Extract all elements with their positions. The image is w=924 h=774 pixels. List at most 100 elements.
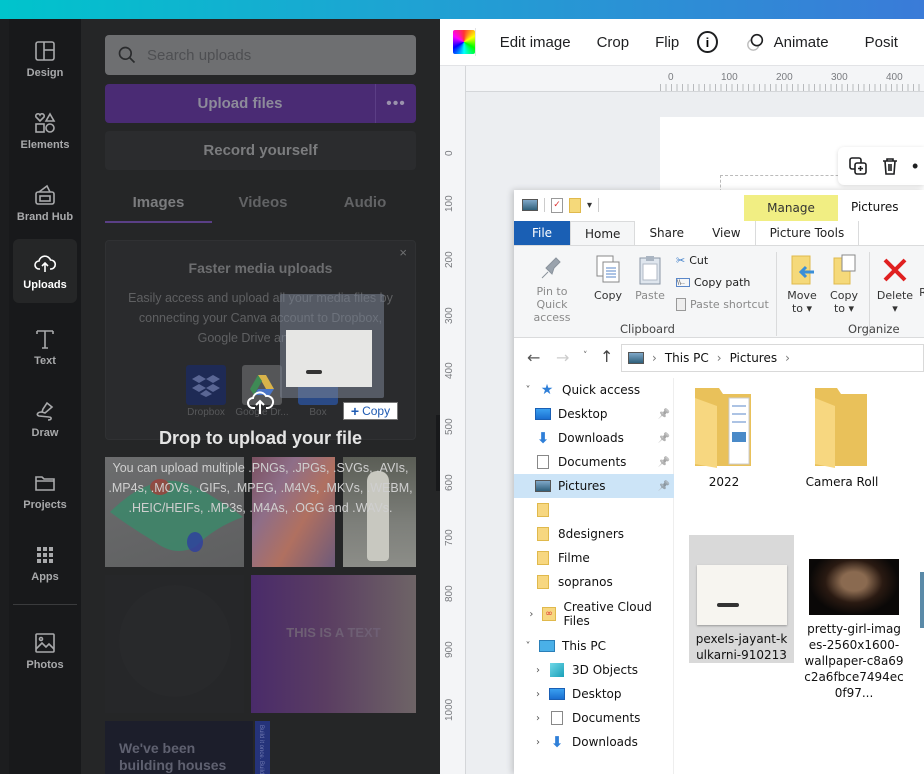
search-box[interactable] [105, 35, 416, 75]
tab-file[interactable]: File [514, 221, 570, 245]
copy-to-button[interactable]: Copy to ▾ [828, 254, 860, 315]
upload-files-button-group: Upload files ••• [105, 84, 416, 123]
window-edge [0, 19, 9, 774]
back-arrow-icon[interactable]: ← [527, 348, 540, 367]
rail-item-draw[interactable]: Draw [13, 387, 77, 451]
chevron-right-icon[interactable]: › [528, 713, 548, 724]
manage-contextual-tab[interactable]: Manage [744, 195, 838, 221]
file-item-image-selected[interactable]: pexels-jayant-kulkarni-910213 [689, 535, 794, 663]
tab-images[interactable]: Images [105, 185, 212, 223]
flip-button[interactable]: Flip [655, 34, 679, 51]
tab-view[interactable]: View [698, 221, 754, 245]
tab-share[interactable]: Share [635, 221, 698, 245]
rail-item-uploads[interactable]: Uploads [13, 239, 77, 303]
nav-item[interactable] [514, 498, 674, 522]
copy-path-button[interactable]: \\.. Copy path [676, 276, 750, 289]
nav-item[interactable]: ˅ ★ Quick access [514, 378, 674, 402]
nav-item[interactable]: Filme [514, 546, 674, 570]
nav-item[interactable]: Desktop 📌 [514, 402, 674, 426]
paste-button[interactable]: Paste [634, 254, 666, 302]
address-bar[interactable]: › This PC › Pictures › [621, 344, 924, 372]
nav-item-label: Quick access [562, 383, 641, 397]
copy-button[interactable]: Copy [592, 254, 624, 302]
rail-item-photos[interactable]: Photos [13, 619, 77, 683]
nav-item[interactable]: › Desktop [514, 682, 674, 706]
record-yourself-button[interactable]: Record yourself [105, 131, 416, 170]
chevron-right-icon[interactable]: › [522, 609, 541, 620]
nav-item[interactable]: 8designers [514, 522, 674, 546]
properties-icon[interactable]: ✓ [551, 197, 563, 213]
rail-item-text[interactable]: Text [13, 315, 77, 379]
chevron-right-icon[interactable]: › [528, 737, 548, 748]
new-folder-icon[interactable] [569, 197, 581, 213]
chevron-down-icon[interactable]: ˅ [518, 385, 538, 396]
breadcrumb-pictures[interactable]: Pictures [730, 351, 778, 365]
upload-thumbnail-houses[interactable]: We've been building houses [105, 721, 253, 774]
color-picker-button[interactable] [453, 30, 475, 54]
pin-icon[interactable]: 📌 [658, 409, 670, 420]
cut-button[interactable]: ✂ Cut [676, 254, 708, 267]
duplicate-icon[interactable] [848, 156, 868, 176]
delete-button[interactable]: Delete ▾ [876, 254, 914, 315]
position-button[interactable]: Posit [865, 34, 898, 51]
rail-item-projects[interactable]: Projects [13, 459, 77, 523]
pin-icon[interactable]: 📌 [658, 433, 670, 444]
nav-item[interactable]: Documents 📌 [514, 450, 674, 474]
nav-item[interactable]: › ∞ Creative Cloud Files [514, 600, 674, 628]
rail-item-brand-hub[interactable]: Brand Hub [13, 171, 77, 235]
chevron-down-icon[interactable]: ˅ [518, 641, 538, 652]
edit-image-button[interactable]: Edit image [500, 34, 571, 51]
nav-item[interactable]: Pictures 📌 [514, 474, 674, 498]
tab-home[interactable]: Home [570, 221, 636, 245]
copy-icon [596, 255, 620, 283]
more-dot-icon[interactable]: • [912, 156, 918, 177]
tab-videos[interactable]: Videos [212, 185, 314, 223]
tab-picture-tools[interactable]: Picture Tools [754, 221, 860, 245]
animate-button[interactable]: Animate [774, 34, 829, 51]
upload-thumbnail-text-card[interactable]: THIS IS A TEXT [251, 575, 416, 713]
star-icon: ★ [540, 382, 554, 398]
file-item-folder[interactable]: 2022 [684, 384, 764, 490]
rail-item-design[interactable]: Design [13, 27, 77, 91]
nav-item-label: Creative Cloud Files [563, 600, 652, 628]
pin-to-quick-access-button[interactable]: Pin to Quick access [520, 254, 584, 324]
forward-arrow-icon[interactable]: → [556, 348, 569, 367]
upload-thumbnail-houses-strip[interactable]: Build it once. Build [255, 721, 270, 774]
move-to-button[interactable]: Move to ▾ [786, 254, 818, 315]
rail-item-apps[interactable]: Apps [13, 531, 77, 595]
tab-audio[interactable]: Audio [314, 185, 416, 223]
window-title: Pictures [851, 200, 899, 214]
rail-item-elements[interactable]: Elements [13, 99, 77, 163]
up-arrow-icon[interactable]: ↑ [600, 347, 613, 366]
dropbox-button[interactable] [186, 365, 226, 405]
trash-icon[interactable] [880, 156, 900, 176]
nav-item[interactable]: ⬇ Downloads 📌 [514, 426, 674, 450]
nav-item[interactable]: › 3D Objects [514, 658, 674, 682]
nav-item[interactable]: › ⬇ Downloads [514, 730, 674, 754]
pin-icon[interactable]: 📌 [658, 481, 670, 492]
houses-card-text: We've been building houses [119, 740, 227, 773]
chevron-right-icon[interactable]: › [528, 665, 548, 676]
animate-icon[interactable] [746, 31, 766, 53]
paste-shortcut-button[interactable]: Paste shortcut [676, 298, 769, 311]
info-icon[interactable]: i [697, 31, 718, 53]
upload-thumbnail-dark[interactable] [105, 575, 244, 713]
nav-item-label: Downloads [572, 735, 638, 749]
rename-button[interactable]: R [918, 286, 924, 299]
search-input[interactable] [147, 46, 397, 64]
close-icon[interactable]: × [399, 245, 407, 260]
file-item-folder[interactable]: Camera Roll [800, 384, 884, 490]
nav-item[interactable]: sopranos [514, 570, 674, 594]
customize-qat-icon[interactable]: ▾ [587, 200, 592, 211]
recent-locations-icon[interactable]: ˅ [583, 351, 588, 361]
chevron-right-icon[interactable]: › [528, 689, 548, 700]
crop-button[interactable]: Crop [597, 34, 630, 51]
file-name: pexels-jayant-kulkarni-910213 [695, 632, 788, 662]
upload-files-button[interactable]: Upload files [105, 84, 376, 123]
breadcrumb-this-pc[interactable]: This PC [665, 351, 709, 365]
pin-icon[interactable]: 📌 [658, 457, 670, 468]
nav-item[interactable]: ˅ This PC [514, 634, 674, 658]
file-item-image[interactable]: pretty-girl-images-2560x1600-wallpaper-c… [804, 559, 904, 701]
more-options-button[interactable]: ••• [376, 84, 416, 123]
nav-item[interactable]: › Documents [514, 706, 674, 730]
